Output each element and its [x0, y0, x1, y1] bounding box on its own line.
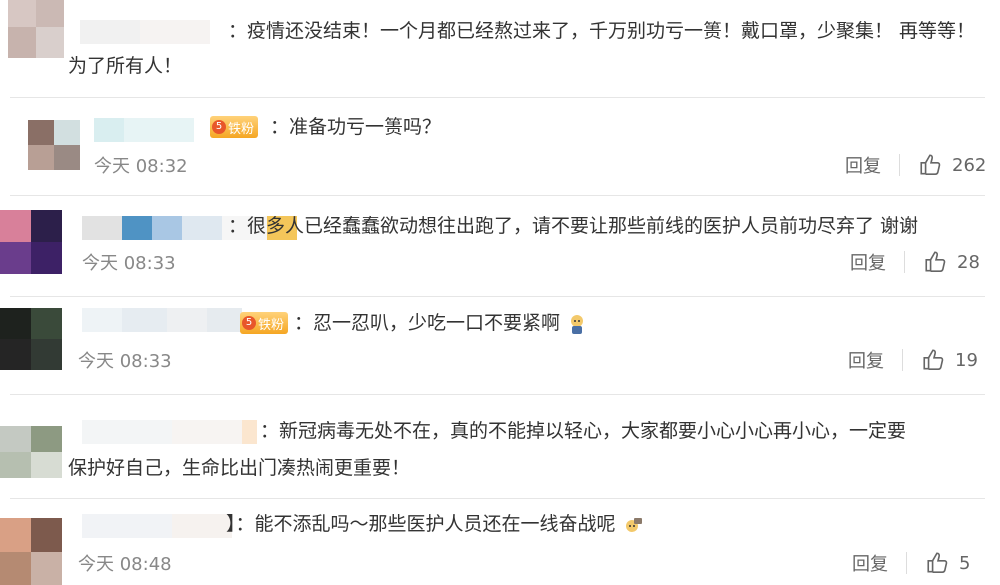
timestamp: 今天 08:33 — [78, 351, 172, 372]
fan-badge-label: 铁粉 — [228, 121, 255, 137]
comment-text: 】：能不添乱吗～那些医护人员还在一线奋战呢 — [226, 504, 644, 544]
timestamp: 今天 08:48 — [78, 554, 172, 575]
like-button[interactable]: 19 — [921, 347, 978, 373]
action-separator — [904, 251, 905, 273]
comment-item: ：新冠病毒无处不在，真的不能掉以轻心，大家都要小心小心再小心，一定要 保护好自己… — [0, 400, 1000, 495]
username-blurred[interactable] — [80, 20, 210, 44]
fan-level: 5 — [242, 316, 256, 330]
reply-button[interactable]: 回复 — [845, 152, 881, 178]
fan-badge-label: 铁粉 — [258, 317, 285, 333]
reply-button[interactable]: 回复 — [852, 550, 888, 576]
like-count: 262 — [952, 154, 987, 176]
sweat-face-emoji-icon — [571, 314, 584, 334]
action-separator — [906, 552, 907, 574]
like-count: 19 — [955, 349, 978, 371]
thumbs-up-icon — [927, 552, 948, 574]
divider — [10, 195, 985, 196]
comment-actions: 回复 28 — [850, 249, 980, 275]
username-blurred[interactable] — [82, 420, 257, 444]
comment-item: ：很多人已经蠢蠢欲动想往出跑了，请不要让那些前线的医护人员前功尽弃了 谢谢 今天… — [0, 198, 1000, 296]
like-count: 28 — [957, 251, 980, 273]
comment-text: ：疫情还没结束！一个月都已经熬过来了，千万别功亏一篑！戴口罩，少聚集！ 再等等！ — [228, 20, 976, 42]
timestamp: 今天 08:33 — [82, 253, 176, 274]
thumbs-up-icon — [920, 154, 941, 176]
thumbs-up-icon — [923, 349, 944, 371]
like-button[interactable]: 5 — [925, 550, 970, 576]
comment-text-continued: 为了所有人！ — [68, 55, 183, 77]
divider — [10, 296, 985, 297]
action-separator — [902, 349, 903, 371]
comment-item: ：疫情还没结束！一个月都已经熬过来了，千万别功亏一篑！戴口罩，少聚集！ 再等等！… — [0, 0, 1000, 95]
action-separator — [899, 154, 900, 176]
divider — [10, 394, 985, 395]
like-button[interactable]: 262 — [918, 152, 986, 178]
username-blurred[interactable] — [82, 514, 232, 538]
avatar[interactable] — [0, 308, 62, 370]
like-count: 5 — [959, 552, 971, 574]
username-blurred[interactable] — [94, 118, 194, 142]
reply-button[interactable]: 回复 — [848, 347, 884, 373]
comment-item: 】：能不添乱吗～那些医护人员还在一线奋战呢 今天 08:48 回复 5 — [0, 500, 1000, 585]
username-blurred[interactable] — [82, 308, 242, 332]
comment-text: ：准备功亏一篑吗？ — [270, 116, 442, 138]
comment-text-continued: 保护好自己，生命比出门凑热闹更重要！ — [68, 457, 411, 479]
like-button[interactable]: 28 — [923, 249, 980, 275]
comment-text-body: 】：能不添乱吗～那些医护人员还在一线奋战呢 — [226, 513, 616, 535]
comment-text: ：忍一忍叭，少吃一口不要紧啊 — [294, 303, 588, 343]
thumbs-up-icon — [925, 251, 946, 273]
avatar[interactable] — [0, 210, 62, 274]
comment-actions: 回复 262 — [845, 152, 986, 178]
comment-text: ：新冠病毒无处不在，真的不能掉以轻心，大家都要小心小心再小心，一定要 — [260, 420, 907, 442]
fan-badge: 5 铁粉 — [240, 312, 289, 334]
comment-text-body: ：忍一忍叭，少吃一口不要紧啊 — [294, 312, 561, 334]
reply-button[interactable]: 回复 — [850, 249, 886, 275]
avatar[interactable] — [8, 0, 64, 58]
comment-actions: 回复 19 — [848, 347, 978, 373]
comment-item: 5 铁粉 ：忍一忍叭，少吃一口不要紧啊 今天 08:33 回复 19 — [0, 298, 1000, 396]
divider — [10, 97, 985, 98]
comment-text: ：很多人已经蠢蠢欲动想往出跑了，请不要让那些前线的医护人员前功尽弃了 谢谢 — [228, 215, 919, 237]
avatar[interactable] — [0, 518, 62, 585]
comment-item: 5 铁粉 ：准备功亏一篑吗？ 今天 08:32 回复 262 — [0, 100, 1000, 192]
fighting-emoji-icon — [625, 517, 642, 532]
timestamp: 今天 08:32 — [94, 156, 188, 177]
comment-actions: 回复 5 — [852, 550, 970, 576]
avatar[interactable] — [0, 426, 62, 478]
fan-badge: 5 铁粉 — [210, 116, 259, 138]
divider — [10, 498, 985, 499]
avatar[interactable] — [28, 120, 80, 170]
fan-level: 5 — [212, 120, 226, 134]
